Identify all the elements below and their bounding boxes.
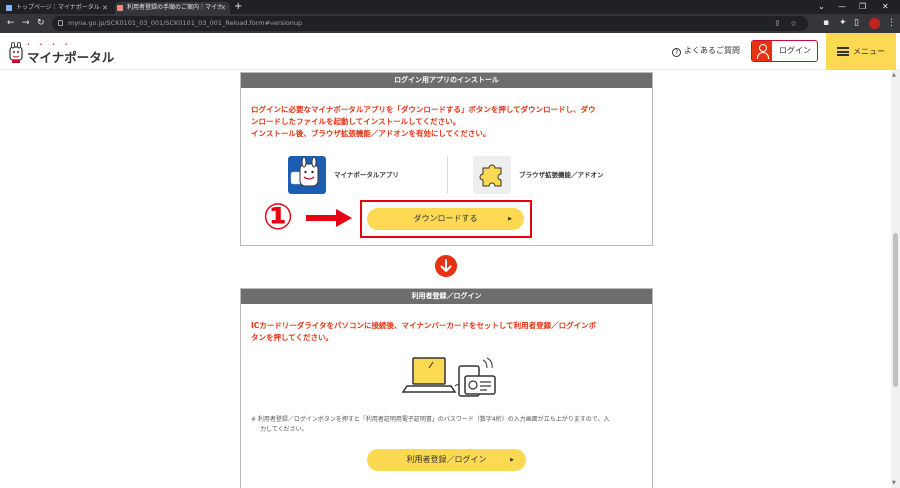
mynaportal-app-item: マイナポータルアプリ xyxy=(288,156,438,194)
tab-label: トップページ｜マイナポータル xyxy=(16,4,100,11)
tab-top-page[interactable]: トップページ｜マイナポータル ✕ xyxy=(4,2,112,14)
register-login-label: 利用者登録／ログイン xyxy=(406,455,487,464)
download-button[interactable]: ダウンロードする ▶ xyxy=(367,208,524,230)
instruction-line: ンロードしたファイルを起動してインストールしてください。 xyxy=(251,117,461,126)
browser-menu-icon[interactable]: ⋮ xyxy=(887,17,896,29)
mynaportal-app-label: マイナポータルアプリ xyxy=(334,171,399,179)
play-arrow-icon: ▶ xyxy=(508,216,512,222)
down-arrow-icon xyxy=(435,255,457,277)
card-reader-illustration-icon xyxy=(401,357,496,397)
play-arrow-icon: ▶ xyxy=(510,457,514,463)
panel-title: ログイン用アプリのインストール xyxy=(241,73,652,88)
address-bar[interactable]: myna.go.jp/SCK0101_03_001/SCK0101_03_001… xyxy=(52,16,808,31)
favicon-icon xyxy=(6,5,12,11)
login-label: ログイン xyxy=(779,46,811,55)
scroll-down-icon[interactable]: ▼ xyxy=(892,480,896,486)
instruction-line: インストール後、ブラウザ拡張機能／アドオンを有効にしてください。 xyxy=(251,129,491,138)
site-header: • • • • マイナポータル ? よくあるご質問 ログイン メニュー xyxy=(0,33,900,70)
mynaportal-app-icon xyxy=(288,156,326,194)
browser-tabstrip: トップページ｜マイナポータル ✕ 利用者登録の手順のご案内｜マイナ ✕ + ⌄ … xyxy=(0,0,900,14)
instruction-line: ログインに必要なマイナポータルアプリを「ダウンロードする」ボタンを押してダウンロ… xyxy=(251,105,596,114)
reload-icon[interactable]: ↻ xyxy=(37,17,45,29)
site-logo-text[interactable]: マイナポータル xyxy=(27,47,114,66)
instruction-line: ICカードリーダライタをパソコンに接続後、マイナンバーカードをセットして利用者登… xyxy=(251,321,597,330)
tab-search-icon[interactable]: ⌄ xyxy=(818,0,825,14)
faq-link[interactable]: ? よくあるご質問 xyxy=(672,45,740,57)
note-line: 力してください。 xyxy=(260,426,308,433)
login-button[interactable]: ログイン xyxy=(751,40,818,62)
register-login-panel: 利用者登録／ログイン ICカードリーダライタをパソコンに接続後、マイナンバーカー… xyxy=(240,288,653,488)
url-text: myna.go.jp/SCK0101_03_001/SCK0101_03_001… xyxy=(68,19,303,27)
scroll-up-icon[interactable]: ▲ xyxy=(892,72,896,78)
extensions-puzzle-icon[interactable]: ✦ xyxy=(839,17,847,29)
mynaportal-logo-icon[interactable] xyxy=(9,42,23,64)
page-scrollbar[interactable]: ▲ ▼ xyxy=(891,70,900,488)
new-tab-icon[interactable]: + xyxy=(234,1,242,12)
scroll-thumb[interactable] xyxy=(893,233,898,387)
browser-addon-item: ブラウザ拡張機能／アドオン xyxy=(473,156,643,194)
install-instructions: ログインに必要なマイナポータルアプリを「ダウンロードする」ボタンを押してダウンロ… xyxy=(251,104,643,140)
faq-label: よくあるご質問 xyxy=(684,46,740,55)
browser-toolbar: ← → ↻ myna.go.jp/SCK0101_03_001/SCK0101_… xyxy=(0,14,900,33)
side-panel-icon[interactable]: ▯ xyxy=(854,17,859,29)
share-icon[interactable]: ⇪ xyxy=(774,17,781,30)
back-icon[interactable]: ← xyxy=(7,17,15,29)
maximize-icon[interactable]: ❐ xyxy=(859,0,866,14)
question-icon: ? xyxy=(672,48,681,57)
note-line: ※ 利用者登録／ログインボタンを押すと「利用者証明用電子証明書」のパスワード（数… xyxy=(251,416,610,423)
download-label: ダウンロードする xyxy=(413,214,478,223)
bookmark-star-icon[interactable]: ☆ xyxy=(790,17,797,30)
window-close-icon[interactable]: ✕ xyxy=(882,0,889,14)
forward-icon[interactable]: → xyxy=(22,17,30,29)
tab-label: 利用者登録の手順のご案内｜マイナ xyxy=(127,4,223,11)
user-icon xyxy=(752,41,772,61)
browser-addon-label: ブラウザ拡張機能／アドオン xyxy=(519,171,604,179)
instruction-line: タンを押してください。 xyxy=(251,333,334,342)
step-number: ① xyxy=(262,197,294,238)
extension-chat-icon[interactable]: ▪ xyxy=(823,17,829,29)
favicon-icon xyxy=(117,5,123,11)
menu-button[interactable]: メニュー xyxy=(826,33,896,70)
close-tab-icon[interactable]: ✕ xyxy=(102,2,108,14)
close-tab-icon[interactable]: ✕ xyxy=(220,2,226,14)
divider xyxy=(447,156,448,194)
pointer-arrow-icon xyxy=(306,209,352,227)
menu-label: メニュー xyxy=(853,47,885,56)
profile-avatar-icon[interactable] xyxy=(869,18,880,29)
lock-icon xyxy=(58,20,63,26)
puzzle-piece-icon xyxy=(473,156,511,194)
password-note: ※ 利用者登録／ログインボタンを押すと「利用者証明用電子証明書」のパスワード（数… xyxy=(251,415,649,435)
register-login-button[interactable]: 利用者登録／ログイン ▶ xyxy=(367,449,526,471)
panel-title: 利用者登録／ログイン xyxy=(241,289,652,304)
register-instructions: ICカードリーダライタをパソコンに接続後、マイナンバーカードをセットして利用者登… xyxy=(251,320,643,344)
tab-registration-guide[interactable]: 利用者登録の手順のご案内｜マイナ ✕ xyxy=(115,2,230,14)
hamburger-icon xyxy=(837,47,849,56)
minimize-icon[interactable]: — xyxy=(838,0,846,14)
